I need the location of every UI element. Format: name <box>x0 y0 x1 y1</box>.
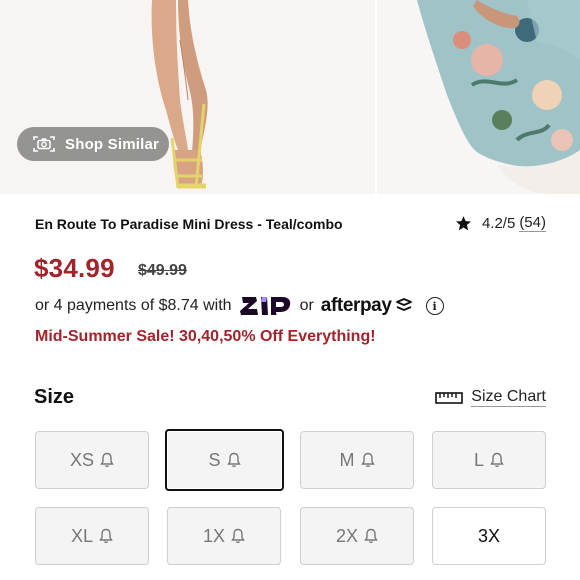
product-title: En Route To Paradise Mini Dress - Teal/c… <box>35 216 343 232</box>
product-photo-dress[interactable] <box>377 0 580 194</box>
product-photo-legs[interactable] <box>0 0 375 194</box>
size-option-xs[interactable]: XS <box>35 431 149 489</box>
size-chart-label: Size Chart <box>471 388 546 407</box>
size-option-3x[interactable]: 3X <box>432 507 546 565</box>
bell-icon <box>100 452 114 468</box>
size-option-l[interactable]: L <box>432 431 546 489</box>
bell-icon <box>364 528 378 544</box>
payments-or: or <box>299 297 314 314</box>
bell-icon <box>360 452 375 468</box>
rating-count-link[interactable]: (54) <box>519 214 546 232</box>
legs-illustration <box>151 0 208 189</box>
installment-payments: or 4 payments of $8.74 with or afterpay … <box>35 295 444 317</box>
size-heading: Size <box>34 386 75 408</box>
zip-logo[interactable] <box>239 296 292 316</box>
afterpay-arrows-icon <box>395 298 412 311</box>
product-gallery[interactable]: Shop Similar <box>0 0 580 194</box>
afterpay-logo[interactable]: afterpay <box>321 295 414 317</box>
size-option-2x[interactable]: 2X <box>300 507 414 565</box>
size-label: XL <box>70 525 94 546</box>
size-label: 2X <box>335 525 359 546</box>
size-option-s[interactable]: S <box>165 429 284 491</box>
afterpay-label: afterpay <box>320 295 392 316</box>
sale-banner: Mid-Summer Sale! 30,40,50% Off Everythin… <box>35 328 376 345</box>
camera-scan-icon <box>33 135 55 153</box>
original-price: $49.99 <box>138 262 187 279</box>
bell-icon <box>226 452 241 468</box>
dress-illustration <box>417 0 580 194</box>
info-icon[interactable]: i <box>425 297 444 315</box>
bell-icon <box>99 528 113 544</box>
product-rating[interactable]: 4.2/5 (54) <box>455 214 546 232</box>
ruler-icon <box>435 391 464 404</box>
size-option-m[interactable]: M <box>300 431 414 489</box>
shop-similar-button[interactable]: Shop Similar <box>17 127 169 161</box>
size-label: 1X <box>202 525 226 546</box>
shop-similar-label: Shop Similar <box>65 135 160 153</box>
sale-price: $34.99 <box>34 253 115 283</box>
size-label: 3X <box>477 525 501 546</box>
star-icon <box>455 215 471 230</box>
payments-text: or 4 payments of $8.74 with <box>35 297 232 314</box>
size-option-xl[interactable]: XL <box>35 507 149 565</box>
size-chart-link[interactable]: Size Chart <box>435 388 546 407</box>
size-label: S <box>208 449 221 470</box>
size-label: M <box>339 449 355 470</box>
rating-value: 4.2/5 <box>481 214 516 232</box>
size-label: L <box>473 449 484 470</box>
size-label: XS <box>69 449 94 470</box>
bell-icon <box>490 452 504 468</box>
bell-icon <box>231 528 245 544</box>
size-option-1x[interactable]: 1X <box>167 507 281 565</box>
